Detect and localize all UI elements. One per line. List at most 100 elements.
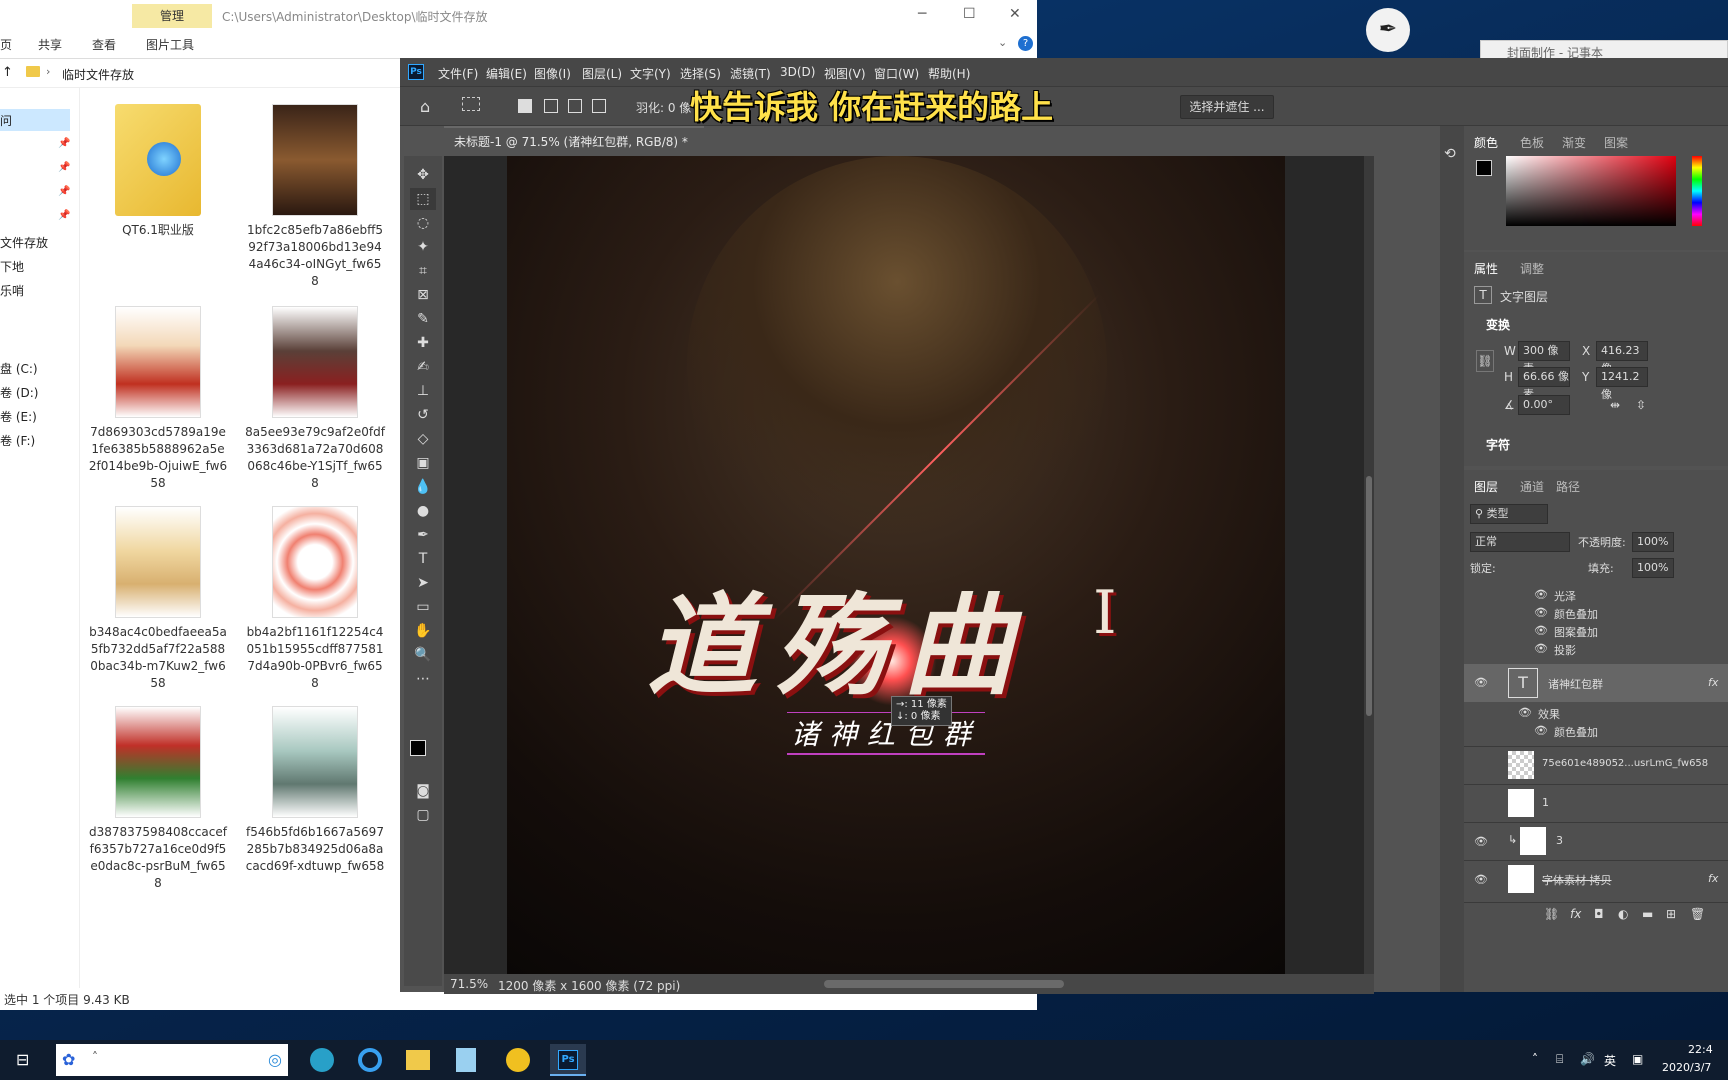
history-brush-icon[interactable]: ↺ (410, 404, 436, 426)
flip-vertical-icon[interactable]: ⇳ (1636, 398, 1646, 412)
pen-app-icon[interactable]: ✒ (1366, 8, 1410, 52)
app-icon-photoshop[interactable]: Ps (550, 1044, 586, 1076)
nav-item-3[interactable]: 乐哨 (0, 282, 24, 299)
effect-row[interactable]: 👁 颜色叠加 (1464, 606, 1728, 622)
healing-brush-icon[interactable]: ✚ (410, 332, 436, 354)
hue-slider[interactable] (1692, 156, 1702, 226)
height-field[interactable]: 66.66 像素 (1518, 367, 1570, 401)
stamp-tool-icon[interactable]: ⊥ (410, 380, 436, 402)
menu-window[interactable]: 窗口(W) (874, 65, 919, 82)
document-tab[interactable]: 未标题-1 @ 71.5% (诸神红包群, RGB/8) * ✕ (444, 126, 704, 177)
file-item[interactable]: bb4a2bf1161f12254c4051b15955cdff8775817d… (245, 506, 385, 692)
tab-color[interactable]: 颜色 (1474, 134, 1498, 151)
volume-icon[interactable]: 🔊 (1580, 1052, 1595, 1066)
dodge-tool-icon[interactable]: ● (410, 500, 436, 522)
opacity-field[interactable]: 100% (1632, 532, 1674, 552)
effect-row[interactable]: 👁 图案叠加 (1464, 624, 1728, 640)
pen-tool-icon[interactable]: ✒ (410, 524, 436, 546)
menu-help[interactable]: 帮助(H) (928, 65, 970, 82)
help-icon[interactable]: ? (1018, 36, 1033, 51)
nav-drive-f[interactable]: 卷 (F:) (0, 432, 35, 449)
tab-share[interactable]: 共享 (38, 36, 62, 53)
zoom-tool-icon[interactable]: 🔍 (410, 644, 436, 666)
fx-icon[interactable]: fx (1708, 676, 1718, 689)
task-view-icon[interactable]: ⊟ (16, 1050, 29, 1069)
new-group-icon[interactable]: ▬ (1642, 907, 1653, 921)
menu-view[interactable]: 视图(V) (824, 65, 866, 82)
more-tools-icon[interactable]: ⋯ (410, 668, 436, 690)
tray-chevron-icon[interactable]: ˄ (1532, 1052, 1538, 1066)
layer-row[interactable]: 👁 ↳ 3 (1464, 822, 1728, 858)
tab-view[interactable]: 查看 (92, 36, 116, 53)
select-and-mask-button[interactable]: 选择并遮住 ... (1180, 95, 1274, 119)
width-field[interactable]: 300 像素 (1518, 341, 1570, 375)
tab-manage[interactable]: 管理 (132, 4, 212, 28)
search-box[interactable]: ✿ ˄ ◎ (56, 1044, 288, 1076)
maximize-icon[interactable]: ☐ (963, 6, 976, 22)
nav-drive-c[interactable]: 盘 (C:) (0, 360, 38, 377)
tab-picture-tools[interactable]: 图片工具 (146, 36, 194, 53)
layer-name[interactable]: 75e601e489052...usrLmG_fw658 (1542, 758, 1708, 769)
breadcrumb[interactable]: 临时文件存放 (62, 66, 134, 83)
move-tool-icon[interactable]: ✥ (410, 164, 436, 186)
eye-icon[interactable]: 👁 (1534, 606, 1548, 619)
marquee-preset-icon[interactable] (462, 97, 480, 111)
effect-row[interactable]: 👁 光泽 (1464, 588, 1728, 604)
frame-tool-icon[interactable]: ⊠ (410, 284, 436, 306)
file-item[interactable]: f546b5fd6b1667a5697285b7b834925d06a8acac… (245, 706, 385, 875)
x-field[interactable]: 416.23 像 (1596, 341, 1648, 375)
add-mask-icon[interactable]: ◘ (1594, 907, 1604, 921)
angle-field[interactable]: 0.00° (1518, 395, 1570, 415)
new-layer-icon[interactable]: ⊞ (1666, 907, 1676, 921)
screen-mode-icon[interactable]: ▢ (410, 804, 436, 826)
layer-name[interactable]: 3 (1556, 834, 1563, 847)
eye-icon[interactable]: 👁 (1534, 724, 1548, 737)
minimize-icon[interactable]: ─ (918, 6, 926, 22)
link-layers-icon[interactable]: ⛓ (1544, 907, 1559, 921)
color-field[interactable] (1506, 156, 1676, 226)
add-style-icon[interactable]: fx (1570, 907, 1581, 921)
blend-mode-select[interactable]: 正常 (1470, 532, 1570, 552)
layer-row[interactable]: 1 (1464, 784, 1728, 820)
effect-row[interactable]: 👁 颜色叠加 (1464, 724, 1728, 740)
tab-swatches[interactable]: 色板 (1520, 134, 1544, 151)
menu-3d[interactable]: 3D(D) (780, 65, 815, 79)
app-icon-browser[interactable] (310, 1048, 334, 1072)
eye-icon[interactable]: 👁 (1474, 676, 1488, 689)
chevron-up-icon[interactable]: ˄ (92, 1050, 98, 1064)
eye-icon[interactable]: 👁 (1534, 624, 1548, 637)
intersect-selection-icon[interactable] (592, 99, 606, 113)
close-icon[interactable]: ✕ (1009, 6, 1021, 22)
fill-field[interactable]: 100% (1632, 558, 1674, 578)
menu-edit[interactable]: 编辑(E) (486, 65, 527, 82)
search-engine-icon[interactable]: ◎ (268, 1050, 282, 1069)
clock-date[interactable]: 2020/3/7 (1662, 1061, 1711, 1074)
tab-gradients[interactable]: 渐变 (1562, 134, 1586, 151)
menu-file[interactable]: 文件(F) (438, 65, 478, 82)
nav-temp-folder[interactable]: 文件存放 (0, 234, 48, 251)
history-panel-icon[interactable]: ⟲ (1444, 146, 1456, 162)
file-item[interactable]: 7d869303cd5789a19e1fe6385b5888962a5e2f01… (88, 306, 228, 492)
delete-layer-icon[interactable]: 🗑 (1690, 907, 1705, 921)
layer-name[interactable]: 1 (1542, 796, 1549, 809)
home-icon[interactable]: ⌂ (420, 97, 430, 116)
effect-row[interactable]: 👁 投影 (1464, 642, 1728, 658)
eye-icon[interactable]: 👁 (1534, 642, 1548, 655)
rectangle-tool-icon[interactable]: ▭ (410, 596, 436, 618)
tab-properties[interactable]: 属性 (1474, 260, 1498, 277)
add-selection-icon[interactable] (544, 99, 558, 113)
flip-horizontal-icon[interactable]: ⇹ (1610, 398, 1620, 412)
file-item[interactable]: 1bfc2c85efb7a86ebff592f73a18006bd13e944a… (245, 104, 385, 290)
file-item[interactable]: b348ac4c0bedfaeea5a5fb732dd5af7f22a5880b… (88, 506, 228, 692)
clock-time[interactable]: 22:4 (1688, 1043, 1713, 1056)
adjustment-layer-icon[interactable]: ◐ (1618, 907, 1628, 921)
nav-drive-e[interactable]: 卷 (E:) (0, 408, 37, 425)
expand-ribbon-icon[interactable]: ⌄ (998, 36, 1007, 49)
network-icon[interactable]: ⌸ (1556, 1052, 1563, 1067)
magic-wand-icon[interactable]: ✦ (410, 236, 436, 258)
notification-icon[interactable]: ▣ (1632, 1052, 1643, 1066)
app-icon-notepad[interactable] (456, 1048, 476, 1072)
file-item[interactable]: 8a5ee93e79c9af2e0fdf3363d681a72a70d60806… (245, 306, 385, 492)
eye-icon[interactable]: 👁 (1534, 588, 1548, 601)
ime-indicator[interactable]: 英 (1604, 1052, 1616, 1069)
